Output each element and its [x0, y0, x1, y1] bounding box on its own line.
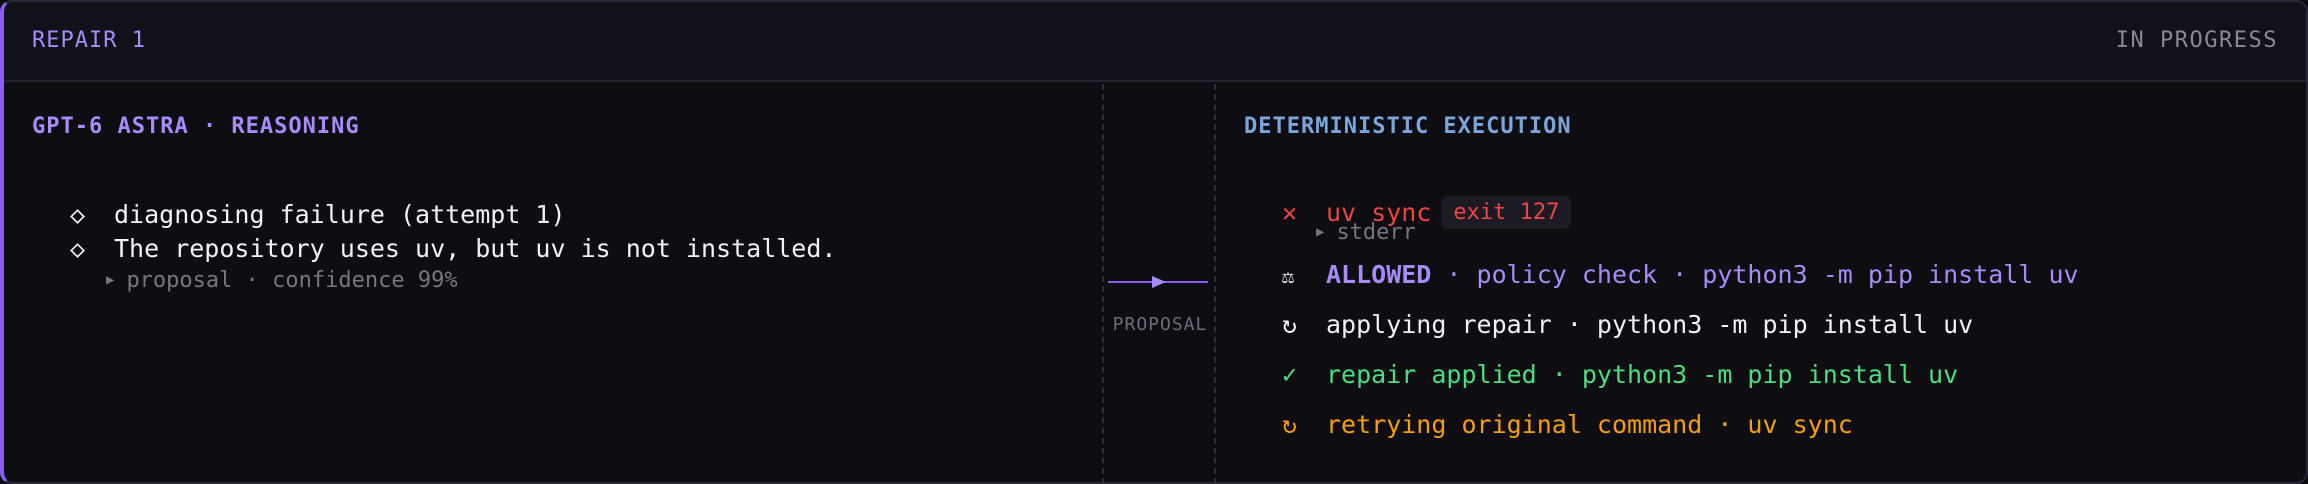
- retry-icon: ↻: [1282, 410, 1298, 439]
- execution-step-applied: ✓ repair applied · python3 -m pip install…: [1282, 360, 1958, 389]
- reasoning-item: ◇ The repository uses uv, but uv is not i…: [70, 234, 836, 263]
- scale-icon: ⚖: [1282, 264, 1295, 288]
- diamond-icon: ◇: [70, 234, 86, 263]
- execution-step-policy: ⚖ ALLOWED · policy check · python3 -m pip…: [1282, 260, 2079, 289]
- check-icon: ✓: [1282, 360, 1298, 389]
- proposal-disclosure-label: proposal · confidence 99%: [126, 268, 458, 293]
- reasoning-title: GPT-6 ASTRA · REASONING: [32, 114, 360, 139]
- step-text: repair applied · python3 -m pip install …: [1326, 360, 1959, 389]
- step-text: applying repair · python3 -m pip install…: [1326, 310, 1974, 339]
- triangle-right-icon: ▶: [1316, 224, 1325, 240]
- reasoning-item-text: The repository uses uv, but uv is not in…: [114, 234, 837, 263]
- triangle-right-icon: ▶: [106, 272, 115, 288]
- status-badge: IN PROGRESS: [2115, 28, 2278, 53]
- policy-verdict: ALLOWED: [1326, 260, 1432, 289]
- step-text: · policy check · python3 -m pip install …: [1431, 260, 2079, 289]
- arrow-right-icon: [1108, 276, 1208, 288]
- diamond-icon: ◇: [70, 200, 86, 229]
- connector-label: PROPOSAL: [1112, 314, 1208, 335]
- reasoning-panel: GPT-6 ASTRA · REASONING ◇ diagnosing fail…: [4, 84, 1102, 482]
- repair-card: REPAIR 1 IN PROGRESS GPT-6 ASTRA · REASO…: [0, 0, 2308, 484]
- stderr-disclosure[interactable]: ▶ stderr: [1316, 220, 1416, 245]
- reasoning-item-text: diagnosing failure (attempt 1): [114, 200, 566, 229]
- repair-title: REPAIR 1: [32, 28, 146, 53]
- card-header: REPAIR 1 IN PROGRESS: [4, 2, 2306, 82]
- execution-panel: DETERMINISTIC EXECUTION ✕ uv sync exit 127…: [1216, 84, 2306, 482]
- proposal-disclosure[interactable]: ▶ proposal · confidence 99%: [106, 268, 458, 293]
- step-text: retrying original command · uv sync: [1326, 410, 1853, 439]
- execution-title: DETERMINISTIC EXECUTION: [1244, 114, 1572, 139]
- execution-step-applying: ↻ applying repair · python3 -m pip instal…: [1282, 310, 1973, 339]
- exit-code-badge: exit 127: [1441, 196, 1572, 229]
- stderr-disclosure-label: stderr: [1336, 220, 1416, 245]
- execution-step-retrying: ↻ retrying original command · uv sync: [1282, 410, 1853, 439]
- reasoning-item: ◇ diagnosing failure (attempt 1): [70, 200, 566, 229]
- refresh-icon: ↻: [1282, 310, 1298, 339]
